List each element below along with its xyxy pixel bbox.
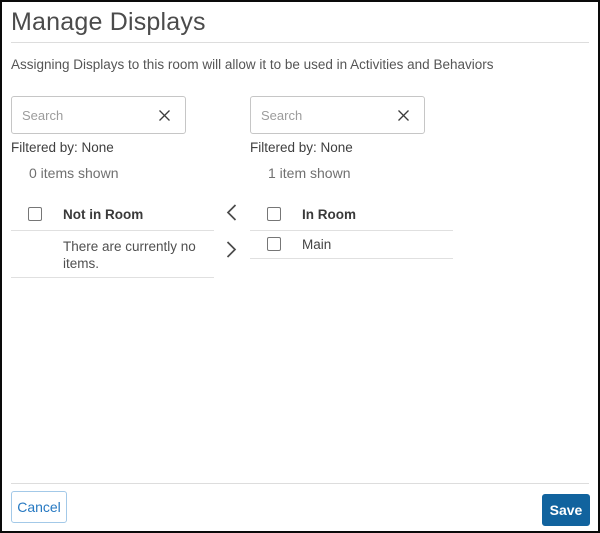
list-item: Main — [250, 231, 453, 259]
manage-displays-dialog: Manage Displays Assigning Displays to th… — [0, 0, 600, 533]
in-room-item-checkbox[interactable] — [267, 237, 281, 251]
clear-search-icon[interactable] — [157, 108, 171, 122]
chevron-left-icon — [225, 203, 238, 225]
dialog-title: Manage Displays — [11, 8, 206, 36]
empty-list-message: There are currently no items. — [63, 239, 196, 271]
in-room-search-box — [250, 96, 425, 134]
save-button[interactable]: Save — [542, 494, 590, 526]
move-to-in-room-button[interactable] — [220, 239, 242, 263]
in-room-list: In Room Main — [250, 198, 453, 259]
move-to-not-in-room-button[interactable] — [220, 202, 242, 226]
cancel-button[interactable]: Cancel — [11, 491, 67, 523]
in-room-header-label: In Room — [302, 207, 356, 222]
in-room-search-input[interactable] — [261, 98, 388, 132]
not-in-room-empty-row: There are currently no items. — [11, 231, 214, 278]
clear-search-icon[interactable] — [396, 108, 410, 122]
not-in-room-header-row: Not in Room — [11, 198, 214, 231]
not-in-room-search-input[interactable] — [22, 98, 149, 132]
not-in-room-items-count: 0 items shown — [29, 165, 119, 181]
not-in-room-list: Not in Room There are currently no items… — [11, 198, 214, 278]
dialog-description: Assigning Displays to this room will all… — [11, 57, 494, 72]
in-room-filter-status: Filtered by: None — [250, 140, 353, 155]
footer-divider — [11, 483, 589, 484]
not-in-room-filter-status: Filtered by: None — [11, 140, 114, 155]
in-room-items-count: 1 item shown — [268, 165, 351, 181]
not-in-room-header-label: Not in Room — [63, 207, 144, 222]
select-all-not-in-room-checkbox[interactable] — [28, 207, 42, 221]
select-all-in-room-checkbox[interactable] — [267, 207, 281, 221]
not-in-room-search-box — [11, 96, 186, 134]
in-room-item-label: Main — [302, 237, 332, 252]
title-divider — [11, 42, 589, 43]
chevron-right-icon — [225, 240, 238, 262]
in-room-header-row: In Room — [250, 198, 453, 231]
